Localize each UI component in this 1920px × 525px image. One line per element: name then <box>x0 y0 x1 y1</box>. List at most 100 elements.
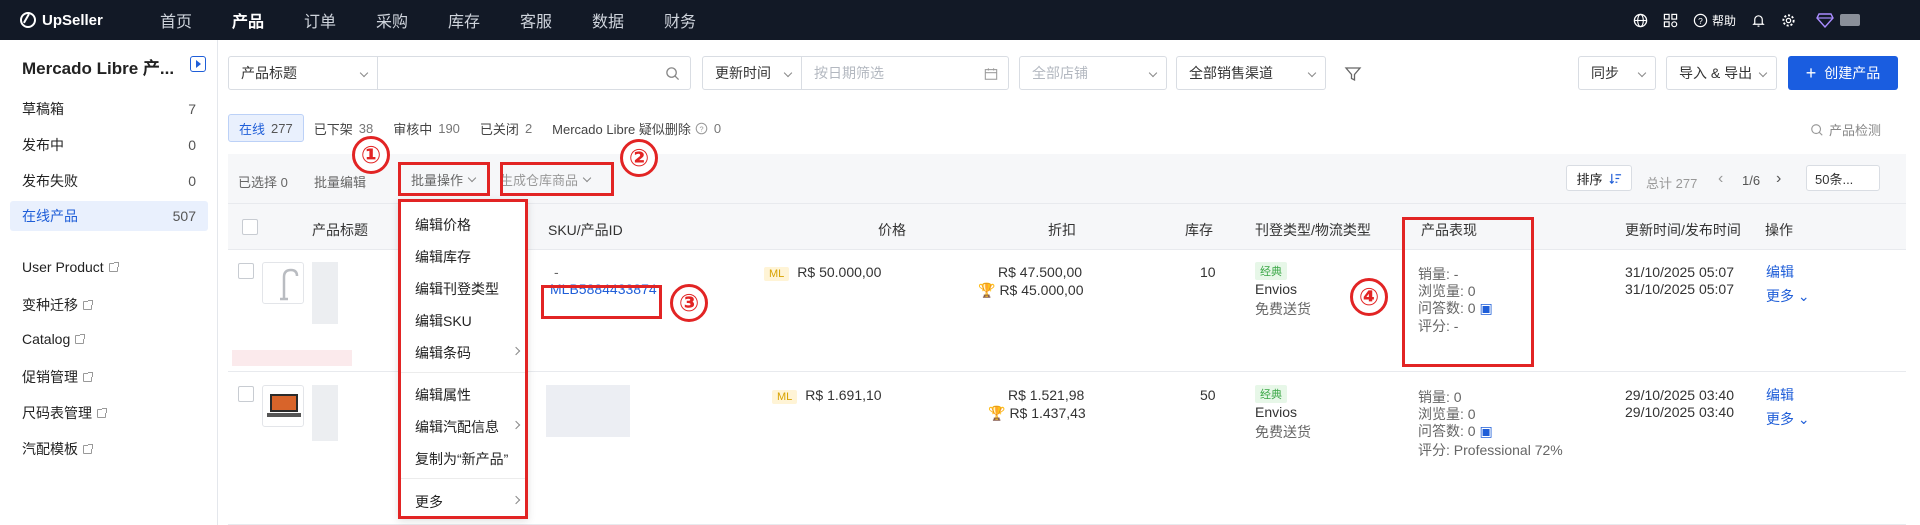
qa-detail-icon[interactable]: ▣ <box>1479 423 1492 439</box>
sidebar-link-label: 尺码表管理 <box>22 405 92 421</box>
filter-funnel-icon[interactable] <box>1344 65 1362 83</box>
product-thumbnail[interactable] <box>262 262 304 304</box>
search-field-select[interactable]: 产品标题 <box>228 56 378 90</box>
product-thumbnail[interactable] <box>262 385 304 427</box>
edit-link[interactable]: 编辑 <box>1766 385 1794 405</box>
store-select[interactable]: 全部店铺 <box>1019 56 1167 90</box>
product-title-redacted <box>312 262 338 324</box>
tab-count: 277 <box>271 120 293 136</box>
menu-item-label: 编辑汽配信息 <box>415 419 499 435</box>
nav-item-products[interactable]: 产品 <box>212 8 284 32</box>
nav-item-data[interactable]: 数据 <box>572 8 644 32</box>
stock-value: 50 <box>1200 387 1216 403</box>
question-icon[interactable]: ? <box>695 122 708 135</box>
menu-item-more[interactable]: 更多 <box>415 492 521 512</box>
settings-gear-icon[interactable] <box>1780 12 1796 28</box>
globe-icon[interactable] <box>1633 12 1649 28</box>
tab-closed[interactable]: 已关闭 2 <box>470 114 542 142</box>
more-actions-link[interactable]: 更多 ⌄ <box>1766 409 1810 429</box>
sidebar-item-label: 发布中 <box>22 137 64 153</box>
sidebar-link-user-product[interactable]: User Product <box>22 259 119 275</box>
menu-item-edit-sku[interactable]: 编辑SKU <box>415 311 519 331</box>
prev-page-icon[interactable]: ‹ <box>1718 170 1723 188</box>
sidebar-link-auto-parts[interactable]: 汽配模板 <box>22 439 93 459</box>
more-actions-link[interactable]: 更多 ⌄ <box>1766 286 1810 306</box>
bell-icon[interactable] <box>1750 12 1766 28</box>
tab-under-review[interactable]: 审核中 190 <box>383 114 470 142</box>
apps-grid-icon[interactable] <box>1663 12 1679 28</box>
batch-edit-button[interactable]: 批量编辑 <box>314 172 366 191</box>
nav-item-orders[interactable]: 订单 <box>284 8 356 32</box>
tab-suspected-deleted[interactable]: Mercado Libre 疑似删除 ? 0 <box>542 114 731 142</box>
create-product-button[interactable]: + 创建产品 <box>1788 56 1898 90</box>
sidebar-link-catalog[interactable]: Catalog <box>22 331 86 347</box>
menu-item-edit-stock[interactable]: 编辑库存 <box>415 247 519 267</box>
import-export-label: 导入 & 导出 <box>1679 65 1753 81</box>
channel-select[interactable]: 全部销售渠道 <box>1176 56 1326 90</box>
create-product-label: 创建产品 <box>1824 65 1881 81</box>
account-menu[interactable] <box>1816 12 1860 28</box>
listing-type-badge: 经典 <box>1255 385 1287 403</box>
nav-item-service[interactable]: 客服 <box>500 8 572 32</box>
sidebar-link-variant-migration[interactable]: 变种迁移 <box>22 295 93 315</box>
brand-name: UpSeller <box>42 11 103 29</box>
published-time: 29/10/2025 03:40 <box>1625 404 1734 420</box>
price-value: R$ 50.000,00 <box>797 264 882 280</box>
menu-item-edit-attributes[interactable]: 编辑属性 <box>415 385 519 405</box>
product-check-button[interactable]: 产品检测 <box>1810 120 1881 139</box>
sidebar-item-online[interactable]: 在线产品 507 <box>10 201 208 231</box>
row-checkbox[interactable] <box>238 386 254 402</box>
sidebar-link-label: 促销管理 <box>22 369 78 385</box>
row-checkbox[interactable] <box>238 263 254 279</box>
menu-item-edit-price[interactable]: 编辑价格 <box>415 215 519 235</box>
discount-trophy-value: R$ 1.437,43 <box>1009 405 1086 421</box>
listing-type-badge: 经典 <box>1255 262 1287 280</box>
import-export-button[interactable]: 导入 & 导出 <box>1666 56 1777 90</box>
select-all-checkbox[interactable] <box>242 219 258 235</box>
sidebar-item-failed[interactable]: 发布失败 0 <box>10 166 208 196</box>
next-page-icon[interactable]: › <box>1776 170 1781 188</box>
annotation-marker-4: ④ <box>1350 278 1388 316</box>
annotation-box-performance <box>1402 217 1534 367</box>
sidebar-link-promotions[interactable]: 促销管理 <box>22 367 93 387</box>
laptop-image <box>267 394 301 417</box>
time-type-value: 更新时间 <box>715 65 771 81</box>
annotation-marker-3: ③ <box>670 284 708 322</box>
menu-item-copy-new[interactable]: 复制为“新产品” <box>415 449 519 469</box>
page-size-select[interactable]: 50条... <box>1806 165 1880 191</box>
external-link-icon <box>97 407 107 418</box>
sort-button[interactable]: 排序 <box>1566 165 1632 191</box>
sidebar-item-label: 草稿箱 <box>22 101 64 117</box>
sidebar-item-publishing[interactable]: 发布中 0 <box>10 130 208 160</box>
nav-item-finance[interactable]: 财务 <box>644 8 716 32</box>
sidebar-item-drafts[interactable]: 草稿箱 7 <box>10 94 208 124</box>
brand-logo[interactable]: UpSeller <box>20 12 140 29</box>
annotation-marker-2: ② <box>620 139 658 177</box>
sidebar-collapse-icon[interactable] <box>190 56 206 72</box>
menu-item-edit-auto-parts[interactable]: 编辑汽配信息 <box>415 417 521 437</box>
menu-item-edit-listing-type[interactable]: 编辑刊登类型 <box>415 279 519 299</box>
col-stock: 库存 <box>1185 222 1213 238</box>
sync-button[interactable]: 同步 <box>1578 56 1656 90</box>
ml-badge: ML <box>772 390 798 404</box>
time-type-select[interactable]: 更新时间 <box>702 56 802 90</box>
listing-type-label: 经典 <box>1255 262 1287 280</box>
sort-label: 排序 <box>1576 171 1603 187</box>
magnifier-check-icon <box>1811 123 1823 136</box>
menu-item-edit-barcode[interactable]: 编辑条码 <box>415 343 521 363</box>
nav-item-purchase[interactable]: 采购 <box>356 8 428 32</box>
date-filter-input[interactable]: 按日期筛选 <box>801 56 1009 90</box>
updated-time: 29/10/2025 03:40 <box>1625 387 1734 403</box>
search-input[interactable] <box>377 56 691 90</box>
nav-item-inventory[interactable]: 库存 <box>428 8 500 32</box>
nav-item-home[interactable]: 首页 <box>140 8 212 32</box>
external-link-icon <box>83 371 93 382</box>
sku-redacted <box>546 385 630 437</box>
help-button[interactable]: ? 帮助 <box>1693 12 1736 29</box>
search-icon[interactable] <box>665 66 680 81</box>
sidebar-link-size-chart[interactable]: 尺码表管理 <box>22 403 107 423</box>
edit-link[interactable]: 编辑 <box>1766 262 1794 282</box>
calendar-icon <box>984 68 998 80</box>
tab-online[interactable]: 在线 277 <box>228 114 304 142</box>
menu-item-label: 复制为“新产品” <box>415 451 509 467</box>
